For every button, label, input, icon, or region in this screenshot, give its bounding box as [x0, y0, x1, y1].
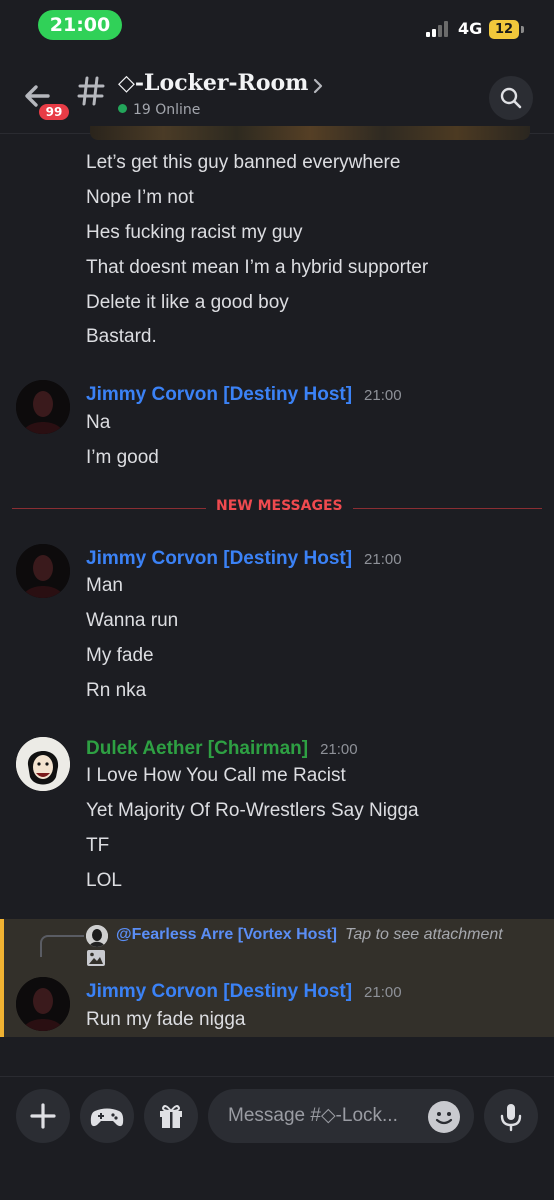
- timestamp: 21:00: [364, 387, 402, 404]
- chevron-right-icon[interactable]: [312, 78, 324, 94]
- message-line: TF: [86, 835, 110, 856]
- message-line: Na: [86, 412, 111, 433]
- timestamp: 21:00: [320, 741, 358, 758]
- status-bar: 21:00 4G 12: [0, 0, 554, 56]
- message-line: Bastard.: [86, 326, 157, 347]
- message-author[interactable]: Jimmy Corvon [Destiny Host] 21:00: [86, 384, 402, 406]
- image-attachment-edge[interactable]: [90, 126, 530, 140]
- message-author[interactable]: Jimmy Corvon [Destiny Host] 21:00: [86, 981, 402, 1003]
- reply-avatar[interactable]: [86, 925, 108, 947]
- online-count: 19 Online: [118, 102, 200, 118]
- unread-badge: 99: [36, 101, 72, 123]
- avatar[interactable]: [16, 544, 70, 598]
- signal-icon: [426, 21, 452, 37]
- message-author[interactable]: Jimmy Corvon [Destiny Host] 21:00: [86, 548, 402, 570]
- message-line: Rn nka: [86, 680, 147, 701]
- emoji-icon: [435, 1112, 453, 1125]
- message-line: Wanna run: [86, 610, 179, 631]
- online-dot: [118, 104, 127, 113]
- voice-message-button[interactable]: [484, 1089, 538, 1143]
- message-line: Delete it like a good boy: [86, 292, 289, 313]
- reply-mention[interactable]: @Fearless Arre [Vortex Host]: [116, 926, 337, 943]
- emoji-button[interactable]: [428, 1101, 460, 1133]
- author-name[interactable]: Jimmy Corvon [Destiny Host]: [86, 384, 352, 405]
- message-line: Man: [86, 575, 123, 596]
- message-line: I Love How You Call me Racist: [86, 765, 346, 786]
- add-attachment-button[interactable]: [16, 1089, 70, 1143]
- message-line: Nope I’m not: [86, 187, 194, 208]
- avatar[interactable]: [16, 380, 70, 434]
- message-composer: [0, 1076, 554, 1200]
- mention-bar: [0, 919, 4, 1037]
- gamepad-icon: [90, 1108, 124, 1127]
- channel-header: 99 ◇-Locker-Room 19 Online: [0, 56, 554, 134]
- new-messages-label: NEW MESSAGES: [206, 498, 353, 514]
- avatar[interactable]: [16, 977, 70, 1031]
- battery-tip: [521, 26, 524, 33]
- status-time: 21:00: [38, 10, 122, 40]
- network-label: 4G: [458, 19, 483, 38]
- avatar[interactable]: [16, 737, 70, 791]
- gift-icon: [160, 1105, 182, 1128]
- message-line: That doesnt mean I’m a hybrid supporter: [86, 257, 429, 278]
- timestamp: 21:00: [364, 984, 402, 1001]
- reply-connector: [40, 935, 84, 957]
- author-name[interactable]: Jimmy Corvon [Destiny Host]: [86, 548, 352, 569]
- message-line: Hes fucking racist my guy: [86, 222, 303, 243]
- reply-preview[interactable]: @Fearless Arre [Vortex Host] Tap to see a…: [116, 926, 503, 944]
- author-name[interactable]: Dulek Aether [Chairman]: [86, 738, 308, 759]
- message-line: Let’s get this guy banned everywhere: [86, 152, 401, 173]
- online-text: 19 Online: [133, 102, 201, 118]
- hash-icon: [76, 74, 106, 108]
- author-name[interactable]: Jimmy Corvon [Destiny Host]: [86, 981, 352, 1002]
- gift-button[interactable]: [144, 1089, 198, 1143]
- reply-attachment-text[interactable]: Tap to see attachment: [345, 926, 503, 943]
- microphone-icon: [500, 1104, 522, 1132]
- message-line: Run my fade nigga: [86, 1009, 246, 1030]
- activities-button[interactable]: [80, 1089, 134, 1143]
- plus-icon: [30, 1103, 56, 1129]
- discord-channel-screen: 21:00 4G 12 99 ◇-Locker-Room 19 Online L…: [0, 0, 554, 1200]
- channel-title[interactable]: ◇-Locker-Room: [118, 70, 308, 96]
- search-icon: [500, 87, 522, 109]
- message-author[interactable]: Dulek Aether [Chairman] 21:00: [86, 738, 358, 760]
- message-line: My fade: [86, 645, 154, 666]
- message-line: Yet Majority Of Ro-Wrestlers Say Nigga: [86, 800, 419, 821]
- battery-icon: 12: [489, 20, 519, 39]
- image-icon: [86, 949, 106, 967]
- timestamp: 21:00: [364, 551, 402, 568]
- message-line: LOL: [86, 870, 122, 891]
- search-button[interactable]: [489, 76, 533, 120]
- message-line: I’m good: [86, 447, 159, 468]
